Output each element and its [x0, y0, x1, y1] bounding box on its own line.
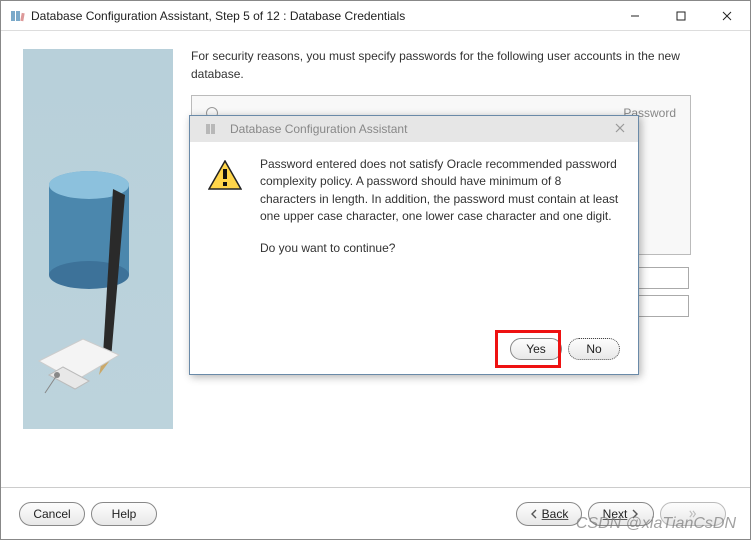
dialog-app-icon: [204, 121, 220, 137]
help-button[interactable]: Help: [91, 502, 157, 526]
dialog-prompt: Do you want to continue?: [260, 240, 620, 257]
cancel-button[interactable]: Cancel: [19, 502, 85, 526]
window-title: Database Configuration Assistant, Step 5…: [31, 9, 612, 23]
dialog-close-button[interactable]: [608, 122, 632, 136]
window-controls: [612, 1, 750, 31]
minimize-button[interactable]: [612, 1, 658, 31]
maximize-button[interactable]: [658, 1, 704, 31]
app-icon: [9, 8, 25, 24]
finish-button: [660, 502, 726, 526]
yes-button[interactable]: Yes: [510, 338, 562, 360]
dialog-titlebar: Database Configuration Assistant: [190, 116, 638, 142]
wizard-footer: Cancel Help Back Next: [1, 487, 750, 539]
app-window: Database Configuration Assistant, Step 5…: [0, 0, 751, 540]
no-button[interactable]: No: [568, 338, 620, 360]
confirmation-dialog: Database Configuration Assistant Passwor…: [189, 115, 639, 375]
titlebar: Database Configuration Assistant, Step 5…: [1, 1, 750, 31]
chevron-right-icon: [631, 509, 639, 519]
dialog-message: Password entered does not satisfy Oracle…: [260, 156, 620, 226]
chevron-double-right-icon: [689, 509, 697, 519]
instruction-text: For security reasons, you must specify p…: [191, 47, 691, 83]
dialog-text: Password entered does not satisfy Oracle…: [260, 156, 620, 271]
back-label: Back: [542, 507, 569, 521]
tag-paper-icon: [35, 331, 125, 401]
dialog-title: Database Configuration Assistant: [230, 122, 608, 136]
next-label: Next: [603, 507, 628, 521]
chevron-left-icon: [530, 509, 538, 519]
close-icon: [615, 123, 625, 133]
warning-icon: [208, 160, 242, 190]
wizard-graphic-panel: [23, 49, 173, 429]
back-button[interactable]: Back: [516, 502, 582, 526]
close-button[interactable]: [704, 1, 750, 31]
dialog-buttons: Yes No: [510, 338, 620, 360]
next-button[interactable]: Next: [588, 502, 654, 526]
